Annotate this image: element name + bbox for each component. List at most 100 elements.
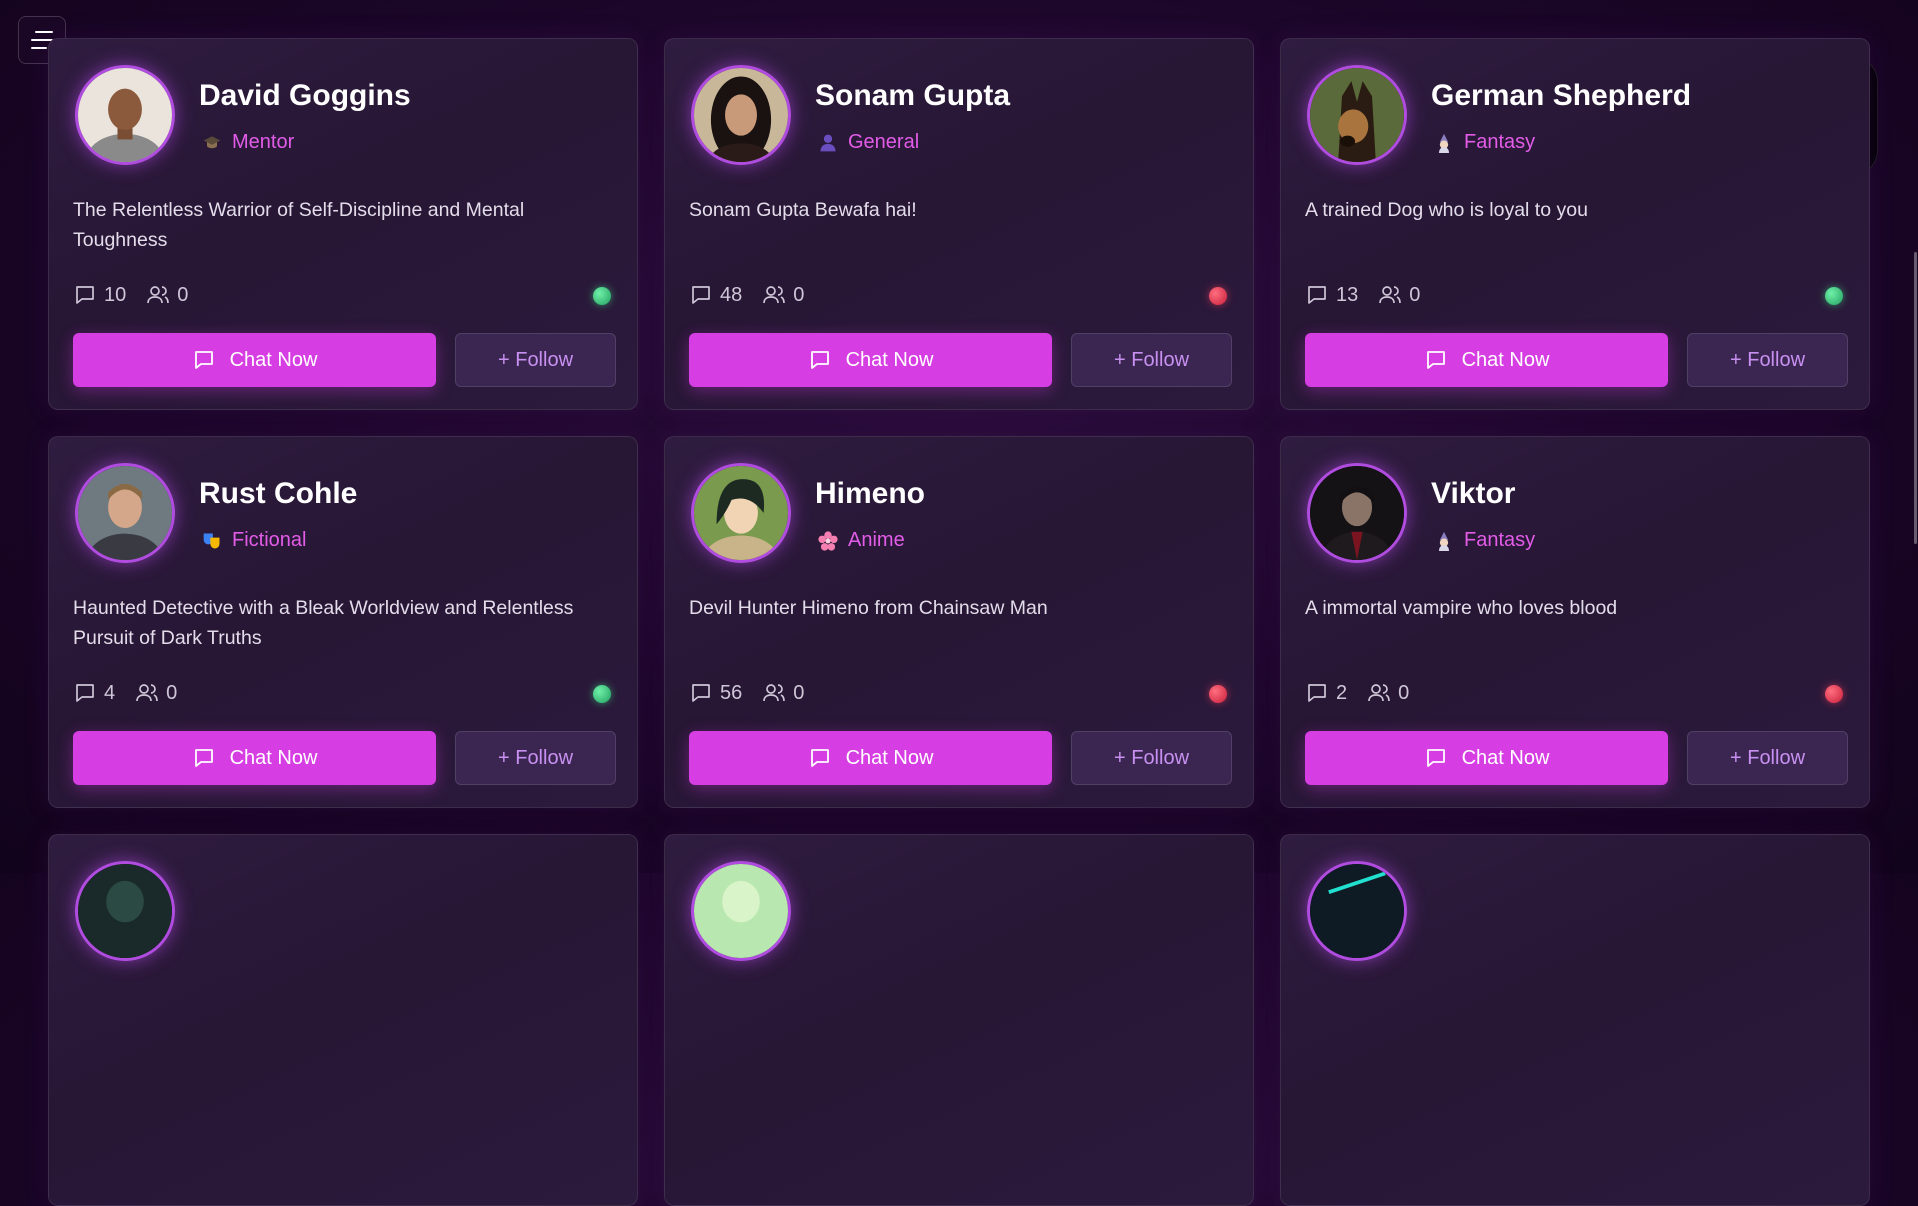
follow-button[interactable]: + Follow: [1071, 333, 1232, 387]
chat-now-button[interactable]: Chat Now: [689, 731, 1052, 785]
character-description: The Relentless Warrior of Self-Disciplin…: [73, 199, 525, 251]
category-label: Mentor: [232, 131, 295, 153]
stats-row: 48 0: [689, 283, 816, 307]
message-icon: [1308, 684, 1326, 702]
online-status-indicator: [593, 685, 611, 703]
category-badge[interactable]: Mentor: [201, 131, 294, 154]
character-card: [48, 834, 638, 1206]
message-icon: [692, 684, 710, 702]
graduation-cap-icon: [201, 132, 223, 154]
category-badge[interactable]: General: [817, 131, 919, 154]
chat-count: 56: [689, 681, 742, 705]
character-description: A trained Dog who is loyal to you: [1305, 199, 1588, 221]
message-icon: [810, 749, 829, 767]
category-badge[interactable]: Anime: [817, 529, 905, 552]
message-icon: [692, 286, 710, 304]
wizard-icon: [1433, 132, 1455, 154]
online-status-indicator: [1825, 287, 1843, 305]
message-icon: [1426, 351, 1445, 369]
follow-button[interactable]: + Follow: [455, 333, 616, 387]
character-name: Viktor: [1431, 477, 1516, 510]
character-description: Sonam Gupta Bewafa hai!: [689, 199, 917, 221]
users-icon: [763, 684, 786, 702]
follower-count: 0: [146, 283, 188, 307]
avatar[interactable]: [691, 463, 791, 563]
users-icon: [763, 286, 786, 304]
category-badge[interactable]: Fantasy: [1433, 529, 1535, 552]
message-icon: [194, 749, 213, 767]
offline-status-indicator: [1825, 685, 1843, 703]
category-badge[interactable]: Fictional: [201, 529, 306, 552]
avatar[interactable]: [75, 861, 175, 961]
avatar[interactable]: [1307, 65, 1407, 165]
chat-now-button[interactable]: Chat Now: [1305, 333, 1668, 387]
character-card: Viktor Fantasy A immortal vampire who lo…: [1280, 436, 1870, 808]
chat-now-button[interactable]: Chat Now: [689, 333, 1052, 387]
character-description: A immortal vampire who loves blood: [1305, 597, 1618, 619]
online-status-indicator: [593, 287, 611, 305]
character-name: Rust Cohle: [199, 477, 358, 510]
chat-now-button[interactable]: Chat Now: [1305, 731, 1668, 785]
message-icon: [1308, 286, 1326, 304]
message-icon: [810, 351, 829, 369]
wizard-icon: [1433, 530, 1455, 552]
offline-status-indicator: [1209, 685, 1227, 703]
character-card: Sonam Gupta General Sonam Gupta Bewafa h…: [664, 38, 1254, 410]
category-label: General: [848, 131, 920, 153]
character-name: Himeno: [815, 477, 926, 510]
message-icon: [194, 351, 213, 369]
theater-masks-icon: [201, 530, 223, 552]
avatar[interactable]: [691, 861, 791, 961]
character-card: [664, 834, 1254, 1206]
category-label: Fantasy: [1464, 529, 1536, 551]
follower-count: 0: [762, 681, 804, 705]
follower-count: 0: [1378, 283, 1420, 307]
cherry-blossom-icon: [817, 530, 839, 552]
stats-row: 13 0: [1305, 283, 1432, 307]
character-name: German Shepherd: [1431, 79, 1692, 112]
category-label: Anime: [848, 529, 905, 551]
avatar[interactable]: [75, 463, 175, 563]
avatar[interactable]: [691, 65, 791, 165]
character-card: Himeno Anime Devil Hunter Himeno from Ch…: [664, 436, 1254, 808]
avatar[interactable]: [1307, 861, 1407, 961]
person-icon: [817, 132, 839, 154]
follow-button[interactable]: + Follow: [455, 731, 616, 785]
chat-count: 48: [689, 283, 742, 307]
stats-row: 10 0: [73, 283, 200, 307]
chat-count: 4: [73, 681, 115, 705]
chat-now-button[interactable]: Chat Now: [73, 333, 436, 387]
category-badge[interactable]: Fantasy: [1433, 131, 1535, 154]
offline-status-indicator: [1209, 287, 1227, 305]
character-name: David Goggins: [199, 79, 411, 112]
scrollbar[interactable]: [1914, 252, 1917, 544]
chat-count: 2: [1305, 681, 1347, 705]
follower-count: 0: [762, 283, 804, 307]
avatar[interactable]: [1307, 463, 1407, 563]
character-card: German Shepherd Fantasy A trained Dog wh…: [1280, 38, 1870, 410]
character-card: David Goggins Mentor The Relentless Warr…: [48, 38, 638, 410]
stats-row: 2 0: [1305, 681, 1421, 705]
stats-row: 4 0: [73, 681, 189, 705]
follow-button[interactable]: + Follow: [1687, 731, 1848, 785]
character-description: Haunted Detective with a Bleak Worldview…: [73, 597, 574, 649]
character-card: [1280, 834, 1870, 1206]
character-card: Rust Cohle Fictional Haunted Detective w…: [48, 436, 638, 808]
category-label: Fantasy: [1464, 131, 1536, 153]
follow-button[interactable]: + Follow: [1687, 333, 1848, 387]
users-icon: [1379, 286, 1402, 304]
users-icon: [136, 684, 158, 702]
chat-count: 10: [73, 283, 126, 307]
follow-button[interactable]: + Follow: [1071, 731, 1232, 785]
message-icon: [1426, 749, 1445, 767]
avatar[interactable]: [75, 65, 175, 165]
users-icon: [1368, 684, 1390, 702]
chat-now-button[interactable]: Chat Now: [73, 731, 436, 785]
chat-count: 13: [1305, 283, 1358, 307]
message-icon: [76, 684, 94, 702]
message-icon: [76, 286, 94, 304]
character-name: Sonam Gupta: [815, 79, 1011, 112]
character-description: Devil Hunter Himeno from Chainsaw Man: [689, 597, 1048, 619]
users-icon: [147, 286, 170, 304]
category-label: Fictional: [232, 529, 307, 551]
